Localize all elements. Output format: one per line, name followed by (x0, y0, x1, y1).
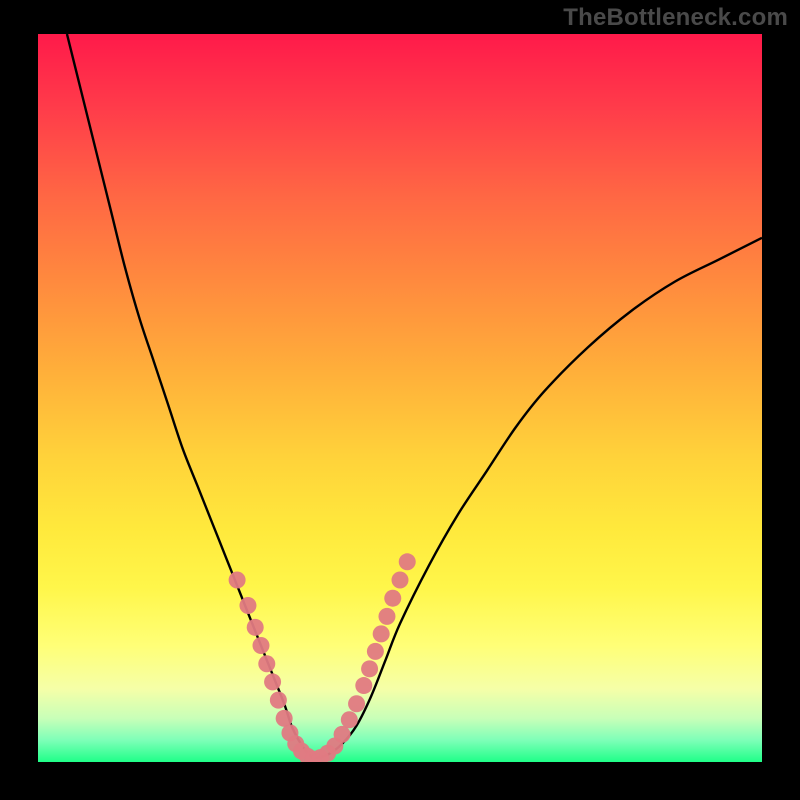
marker-point (252, 637, 269, 654)
marker-point (276, 710, 293, 727)
marker-point (361, 660, 378, 677)
marker-point (348, 695, 365, 712)
plot-area (38, 34, 762, 762)
curve-right (313, 238, 762, 759)
marker-point (378, 608, 395, 625)
attribution-text: TheBottleneck.com (563, 4, 788, 32)
curve-right-path (313, 238, 762, 759)
marker-point (373, 625, 390, 642)
curve-svg (38, 34, 762, 762)
marker-point (247, 619, 264, 636)
marker-point (264, 673, 281, 690)
marker-point (239, 597, 256, 614)
marker-point (367, 643, 384, 660)
curve-left-path (67, 34, 313, 758)
marker-point (341, 711, 358, 728)
marker-point (399, 553, 416, 570)
marker-point (334, 726, 351, 743)
marker-point (270, 692, 287, 709)
marker-point (258, 655, 275, 672)
curve-left (67, 34, 313, 758)
marker-point (392, 572, 409, 589)
marker-point (229, 572, 246, 589)
marker-point (355, 677, 372, 694)
chart-frame: TheBottleneck.com (0, 0, 800, 800)
marker-point (384, 590, 401, 607)
